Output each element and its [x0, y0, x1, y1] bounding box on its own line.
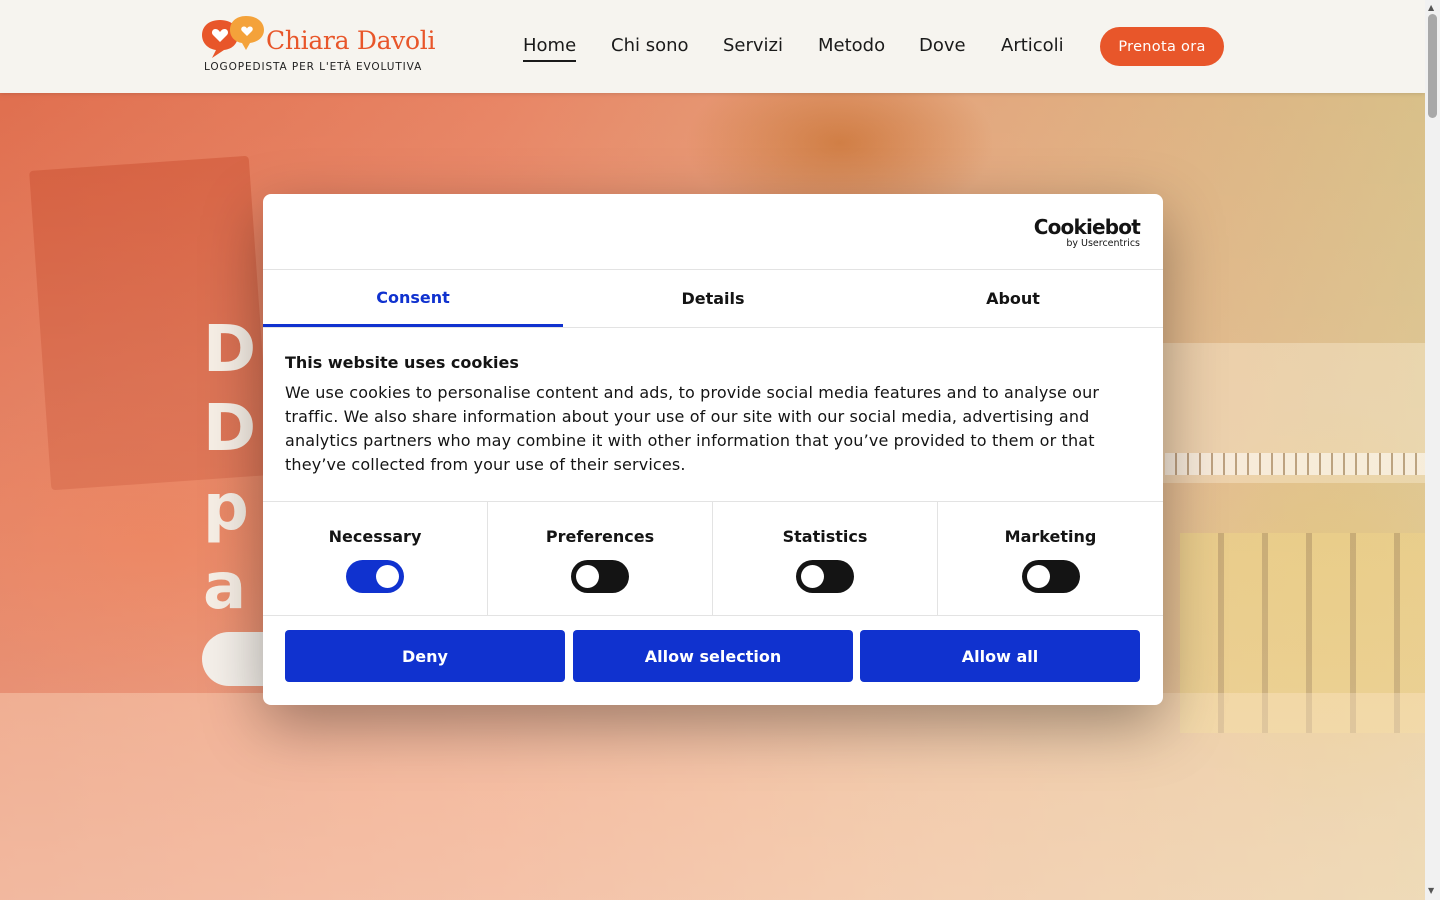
toggle-cell-necessary: Necessary	[263, 502, 488, 615]
dialog-buttons: Deny Allow selection Allow all	[285, 630, 1141, 682]
toggle-cell-preferences: Preferences	[488, 502, 713, 615]
statistics-toggle[interactable]	[796, 560, 854, 593]
toggle-label: Preferences	[545, 527, 655, 546]
brand-subtitle: by Usercentrics	[1066, 238, 1140, 249]
necessary-toggle[interactable]	[346, 560, 404, 593]
toggle-knob	[376, 565, 399, 588]
toggle-label: Marketing	[1004, 527, 1097, 546]
scroll-up-arrow-icon[interactable]: ▲	[1428, 3, 1434, 12]
page-scrollbar[interactable]: ▲ ▼	[1425, 0, 1440, 900]
scroll-down-arrow-icon[interactable]: ▼	[1428, 886, 1434, 895]
allow-all-button[interactable]: Allow all	[860, 630, 1140, 682]
dialog-title: This website uses cookies	[285, 353, 519, 372]
toggle-label: Statistics	[782, 527, 868, 546]
dialog-description: We use cookies to personalise content an…	[285, 383, 1100, 474]
dialog-tabs: Consent Details About	[263, 270, 1163, 328]
toggle-cell-marketing: Marketing	[938, 502, 1163, 615]
brand-name: Cookiebot	[1033, 215, 1141, 239]
marketing-toggle[interactable]	[1021, 560, 1080, 593]
deny-button[interactable]: Deny	[285, 630, 565, 682]
cookiebot-logo[interactable]: Cookiebot by Usercentrics	[1033, 215, 1141, 249]
toggle-label: Necessary	[328, 527, 422, 546]
toggle-knob	[801, 565, 824, 588]
allow-selection-button[interactable]: Allow selection	[573, 630, 853, 682]
cookie-consent-dialog: Cookiebot by Usercentrics Consent Detail…	[263, 194, 1163, 705]
toggle-knob	[576, 565, 599, 588]
toggle-knob	[1026, 565, 1050, 588]
tab-consent[interactable]: Consent	[263, 270, 563, 327]
consent-toggles: Necessary Preferences Statistics Marketi…	[263, 501, 1163, 616]
tab-details[interactable]: Details	[563, 270, 863, 327]
toggle-cell-statistics: Statistics	[713, 502, 938, 615]
tab-about[interactable]: About	[863, 270, 1163, 327]
dialog-header: Cookiebot by Usercentrics	[263, 194, 1163, 270]
scrollbar-thumb[interactable]	[1428, 14, 1437, 118]
preferences-toggle[interactable]	[571, 560, 629, 593]
